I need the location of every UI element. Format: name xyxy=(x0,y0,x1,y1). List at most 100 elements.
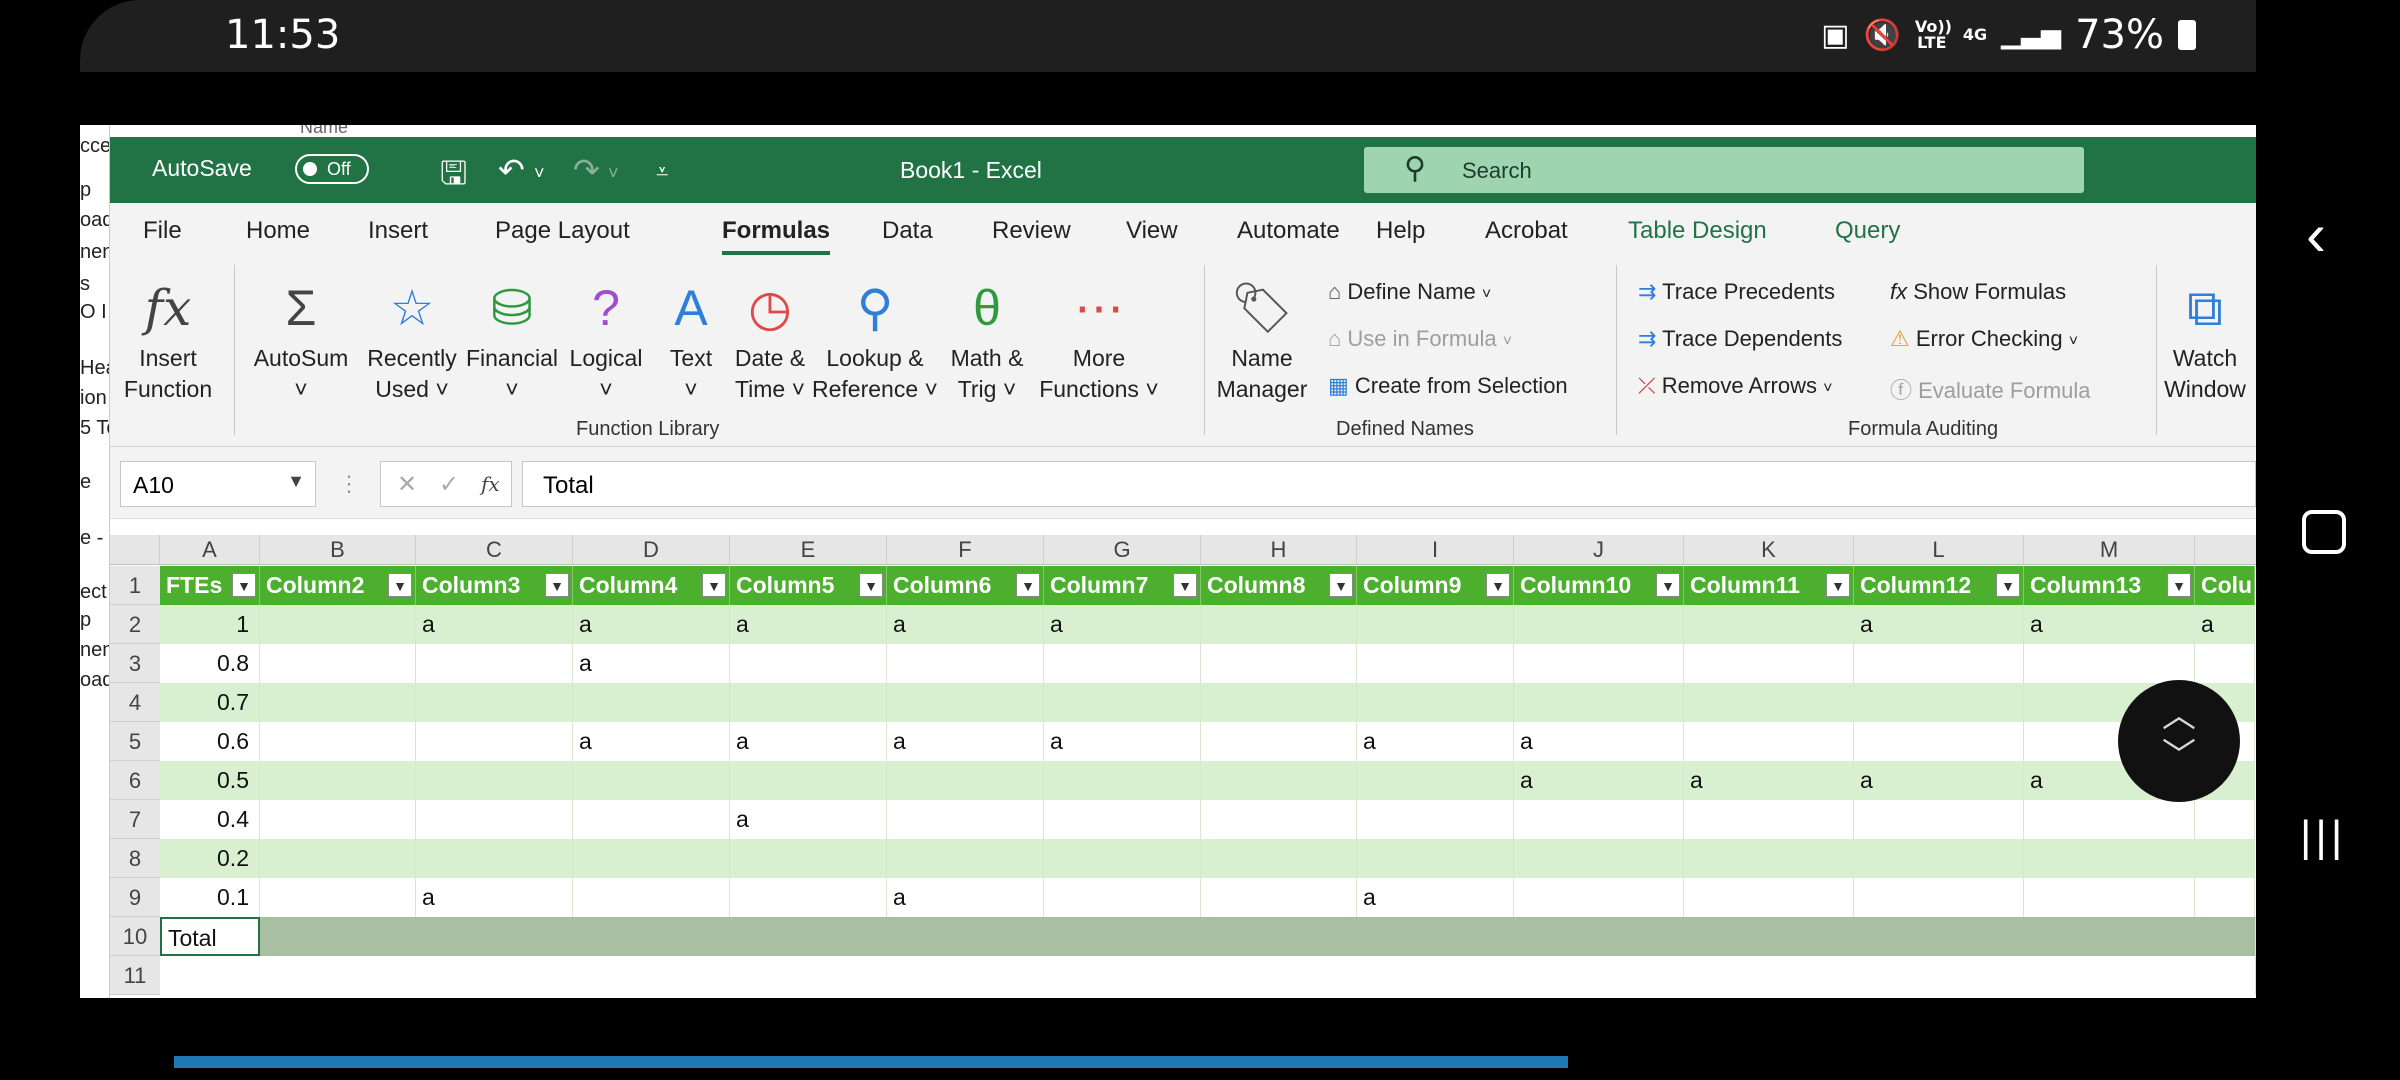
table-cell[interactable] xyxy=(573,839,730,878)
filter-dropdown-icon[interactable]: ▼ xyxy=(545,573,569,597)
row-header-5[interactable]: 5 xyxy=(110,722,160,761)
empty-row-cells[interactable] xyxy=(160,956,2256,995)
table-cell[interactable] xyxy=(1854,683,2024,722)
table-header-cell[interactable]: Column13 ▼ xyxy=(2024,566,2195,605)
tab-automate[interactable]: Automate xyxy=(1237,217,1340,245)
table-header-cell[interactable]: Column11 ▼ xyxy=(1684,566,1854,605)
define-name-button[interactable]: ⌂ Define Name ˅ xyxy=(1328,279,1491,305)
table-cell[interactable] xyxy=(573,800,730,839)
table-cell[interactable] xyxy=(1854,800,2024,839)
table-cell[interactable]: 0.2 xyxy=(160,839,260,878)
table-header-cell[interactable]: Column9 ▼ xyxy=(1357,566,1514,605)
table-header-cell[interactable]: Colu xyxy=(2195,566,2255,605)
horizontal-scroll-indicator[interactable] xyxy=(174,1056,1568,1068)
undo-dropdown-icon[interactable]: ˅ xyxy=(534,163,545,184)
column-header-h[interactable]: H xyxy=(1201,535,1357,565)
filter-dropdown-icon[interactable]: ▼ xyxy=(1173,573,1197,597)
table-cell[interactable] xyxy=(1854,644,2024,683)
spreadsheet-grid[interactable]: ABCDEFGHIJKLM 1 FTEs ▼ Column2 ▼ Column3 ▼ Colu… xyxy=(110,519,2256,998)
column-header-i[interactable]: I xyxy=(1357,535,1514,565)
table-cell[interactable]: a xyxy=(730,605,887,644)
search-input[interactable]: ⚲ Search xyxy=(1364,147,2084,193)
table-cell[interactable] xyxy=(730,683,887,722)
table-cell[interactable] xyxy=(1854,878,2024,917)
table-cell[interactable] xyxy=(2195,644,2255,683)
insert-function-button[interactable]: fx Insert Function xyxy=(118,273,218,405)
table-cell[interactable] xyxy=(1044,839,1201,878)
table-header-cell[interactable]: Column6 ▼ xyxy=(887,566,1044,605)
column-header-m[interactable]: M xyxy=(2024,535,2195,565)
table-cell[interactable] xyxy=(1514,800,1684,839)
column-header-a[interactable]: A xyxy=(160,535,260,565)
filter-dropdown-icon[interactable]: ▼ xyxy=(1656,573,1680,597)
table-cell[interactable] xyxy=(1201,683,1357,722)
table-cell[interactable]: 0.6 xyxy=(160,722,260,761)
column-header-j[interactable]: J xyxy=(1514,535,1684,565)
table-cell[interactable] xyxy=(730,644,887,683)
filter-dropdown-icon[interactable]: ▼ xyxy=(232,573,256,597)
row-header-3[interactable]: 3 xyxy=(110,644,160,683)
redo-dropdown-icon[interactable]: ˅ xyxy=(608,163,619,184)
chevron-down-icon[interactable]: ▼ xyxy=(287,471,305,492)
table-cell[interactable] xyxy=(1854,722,2024,761)
table-cell[interactable]: a xyxy=(887,878,1044,917)
table-cell[interactable] xyxy=(1357,800,1514,839)
table-cell[interactable] xyxy=(1044,878,1201,917)
table-cell[interactable] xyxy=(1684,839,1854,878)
table-cell[interactable]: a xyxy=(730,722,887,761)
table-cell[interactable] xyxy=(416,722,573,761)
table-cell[interactable] xyxy=(1684,644,1854,683)
tab-review[interactable]: Review xyxy=(992,217,1071,245)
table-cell[interactable] xyxy=(1684,683,1854,722)
save-icon[interactable]: 🖫 xyxy=(440,151,467,205)
evaluate-formula-button[interactable]: ⓕ Evaluate Formula xyxy=(1890,373,2091,405)
filter-dropdown-icon[interactable]: ▼ xyxy=(1329,573,1353,597)
home-icon[interactable] xyxy=(2302,510,2346,554)
tab-view[interactable]: View xyxy=(1126,217,1178,245)
table-cell[interactable]: a xyxy=(1044,722,1201,761)
table-cell[interactable] xyxy=(260,800,416,839)
table-cell[interactable] xyxy=(1201,605,1357,644)
table-cell[interactable]: a xyxy=(573,605,730,644)
table-cell[interactable] xyxy=(1357,644,1514,683)
table-cell[interactable]: a xyxy=(416,605,573,644)
redo-icon[interactable]: ↷ xyxy=(573,151,600,189)
filter-dropdown-icon[interactable]: ▼ xyxy=(1016,573,1040,597)
table-header-cell[interactable]: Column12 ▼ xyxy=(1854,566,2024,605)
table-cell[interactable] xyxy=(1044,644,1201,683)
row-header-9[interactable]: 9 xyxy=(110,878,160,917)
table-cell[interactable]: a xyxy=(1514,722,1684,761)
table-cell[interactable] xyxy=(1684,605,1854,644)
filter-dropdown-icon[interactable]: ▼ xyxy=(859,573,883,597)
tab-help[interactable]: Help xyxy=(1376,217,1425,245)
remove-arrows-button[interactable]: ⤫ Remove Arrows ˅ xyxy=(1638,373,1832,399)
customize-toolbar-icon[interactable]: ⩡ xyxy=(656,159,668,185)
watch-window-button[interactable]: ⧉ Watch Window xyxy=(2162,273,2248,405)
table-cell[interactable] xyxy=(1514,644,1684,683)
table-cell[interactable] xyxy=(887,800,1044,839)
table-cell[interactable]: a xyxy=(416,878,573,917)
table-header-cell[interactable]: Column7 ▼ xyxy=(1044,566,1201,605)
table-cell[interactable] xyxy=(730,839,887,878)
table-cell[interactable] xyxy=(416,683,573,722)
text-button[interactable]: A Text ˅ xyxy=(656,273,726,405)
table-cell[interactable]: a xyxy=(887,605,1044,644)
tab-insert[interactable]: Insert xyxy=(368,217,428,245)
tab-data[interactable]: Data xyxy=(882,217,933,245)
table-cell[interactable] xyxy=(260,878,416,917)
table-cell[interactable] xyxy=(1044,761,1201,800)
table-cell[interactable] xyxy=(260,722,416,761)
filter-dropdown-icon[interactable]: ▼ xyxy=(702,573,726,597)
table-cell[interactable] xyxy=(1357,605,1514,644)
table-header-cell[interactable]: Column10 ▼ xyxy=(1514,566,1684,605)
table-cell[interactable]: 0.1 xyxy=(160,878,260,917)
column-header-l[interactable]: L xyxy=(1854,535,2024,565)
total-row-cells[interactable] xyxy=(260,917,2256,956)
column-header-f[interactable]: F xyxy=(887,535,1044,565)
table-cell[interactable] xyxy=(1357,761,1514,800)
table-header-cell[interactable]: Column8 ▼ xyxy=(1201,566,1357,605)
table-cell[interactable]: a xyxy=(1854,605,2024,644)
row-header-10[interactable]: 10 xyxy=(110,917,160,956)
table-cell[interactable] xyxy=(2195,878,2255,917)
table-cell[interactable] xyxy=(573,878,730,917)
